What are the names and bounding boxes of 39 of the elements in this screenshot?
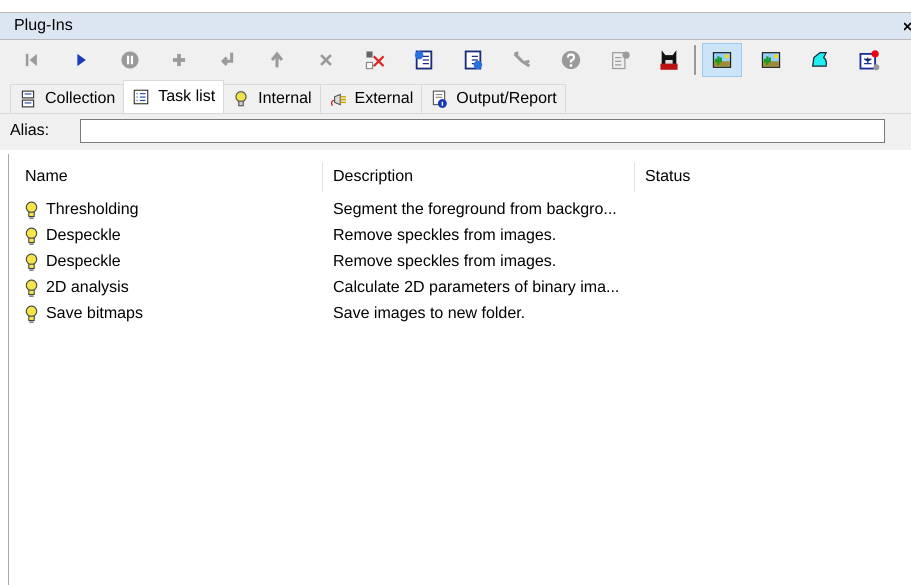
list-export-icon [462, 49, 484, 71]
tab[interactable]: Output/Report [421, 84, 566, 113]
task-name: Save bitmaps [46, 305, 143, 323]
landscape-button[interactable] [702, 43, 742, 77]
pinned-chart-icon [858, 49, 880, 71]
report-icon [430, 90, 448, 108]
tab[interactable]: Collection [10, 84, 124, 113]
light-bulb-icon [25, 305, 38, 323]
task-description: Segment the foreground from backgro... [333, 201, 617, 218]
column-header[interactable]: Description [323, 162, 635, 192]
help-icon [560, 49, 582, 71]
light-bulb-icon [25, 279, 38, 297]
task-name: 2D analysis [46, 279, 129, 297]
tab[interactable]: Task list [123, 80, 224, 113]
light-bulb-icon [25, 253, 38, 271]
task-description: Save images to new folder. [333, 305, 526, 322]
task-name: Thresholding [46, 201, 138, 219]
properties-icon [609, 49, 631, 71]
list-import-icon [413, 49, 435, 71]
close-icon[interactable] [904, 21, 911, 31]
alias-field[interactable] [80, 119, 885, 143]
remove-check-icon [364, 49, 386, 71]
mask-icon [658, 49, 680, 71]
task-name: Despeckle [46, 227, 121, 245]
light-bulb-icon [25, 227, 38, 245]
column-header[interactable]: Name [9, 162, 323, 192]
light-bulb-icon [25, 201, 38, 219]
landscape-icon [760, 49, 782, 71]
task-description: Remove speckles from images. [333, 227, 556, 244]
task-description: Calculate 2D parameters of binary ima... [333, 279, 620, 296]
column-header[interactable]: Status [635, 162, 690, 192]
alias-label: Alias: [10, 122, 50, 140]
landscape-icon [711, 49, 733, 71]
task-name: Despeckle [46, 253, 121, 271]
task-description: Remove speckles from images. [333, 253, 556, 270]
window-title: Plug-Ins [14, 17, 73, 35]
stack-icon [19, 90, 37, 108]
list-icon [132, 88, 150, 106]
pause-icon [119, 49, 141, 71]
